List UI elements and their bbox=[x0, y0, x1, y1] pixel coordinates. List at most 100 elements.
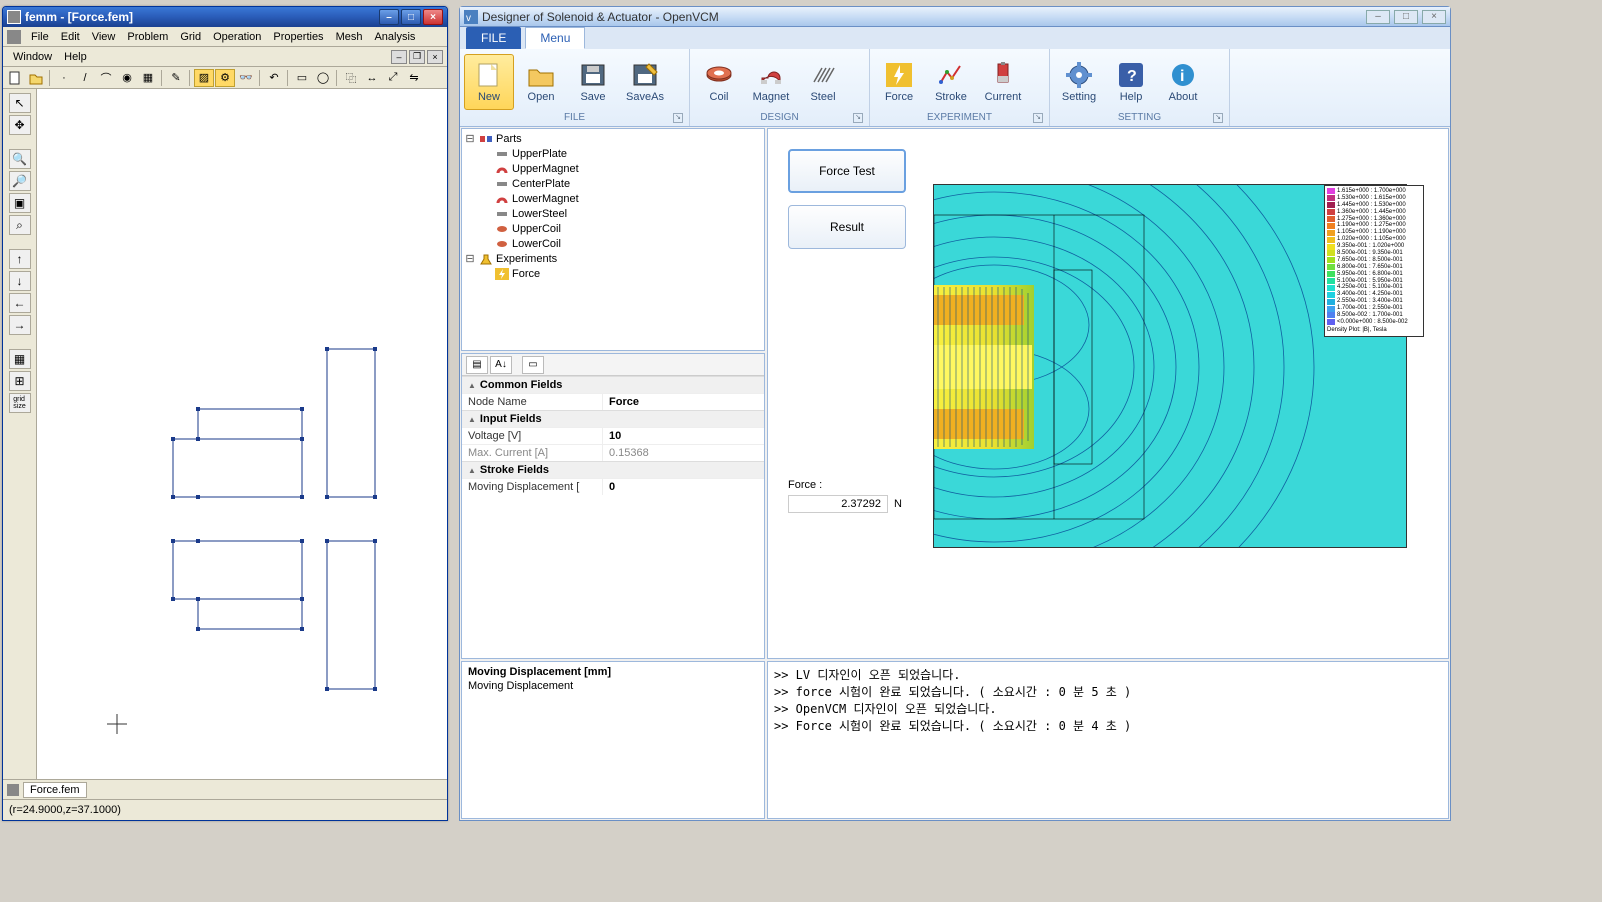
stb-zoomwin-icon[interactable]: ⌕ bbox=[9, 215, 31, 235]
ribbon-open-button[interactable]: Open bbox=[516, 54, 566, 110]
stb-cursor-icon[interactable]: ↖ bbox=[9, 93, 31, 113]
ribbon-current-button[interactable]: Current bbox=[978, 54, 1028, 110]
props-cat-stroke[interactable]: ▲Stroke Fields bbox=[462, 461, 764, 478]
ovcm-log-panel[interactable]: >> LV 디자인이 오픈 되었습니다.>> force 시험이 완료 되었습니… bbox=[767, 661, 1449, 819]
ribbon-help-button[interactable]: ? Help bbox=[1106, 54, 1156, 110]
tb-point-icon[interactable]: · bbox=[54, 69, 74, 87]
stb-up-icon[interactable]: ↑ bbox=[9, 249, 31, 269]
menu-help[interactable]: Help bbox=[58, 49, 93, 65]
ovcm-minimize-button[interactable]: – bbox=[1366, 10, 1390, 24]
tb-undo-icon[interactable]: ↶ bbox=[264, 69, 284, 87]
props-alpha-icon[interactable]: A↓ bbox=[490, 356, 512, 374]
tree-item-lowercoil[interactable]: LowerCoil bbox=[464, 236, 762, 251]
menu-mesh[interactable]: Mesh bbox=[330, 29, 369, 45]
menu-file[interactable]: File bbox=[25, 29, 55, 45]
props-row-movingdisp[interactable]: Moving Displacement [0 bbox=[462, 478, 764, 495]
tb-results-icon[interactable]: 👓 bbox=[236, 69, 256, 87]
props-categorized-icon[interactable]: ▤ bbox=[466, 356, 488, 374]
ribbon-new-button[interactable]: New bbox=[464, 54, 514, 110]
tb-copy-icon[interactable]: ⿻ bbox=[341, 69, 361, 87]
menu-properties[interactable]: Properties bbox=[267, 29, 329, 45]
menu-grid[interactable]: Grid bbox=[174, 29, 207, 45]
tb-select-rect-icon[interactable]: ▭ bbox=[292, 69, 312, 87]
stb-zoomfit-icon[interactable]: ▣ bbox=[9, 193, 31, 213]
props-pages-icon[interactable]: ▭ bbox=[522, 356, 544, 374]
femm-titlebar[interactable]: femm - [Force.fem] – □ × bbox=[3, 7, 447, 27]
tb-mirror-icon[interactable]: ⇋ bbox=[404, 69, 424, 87]
femm-canvas[interactable] bbox=[37, 89, 447, 779]
launcher-icon[interactable]: ↘ bbox=[853, 113, 863, 123]
femm-close-button[interactable]: × bbox=[423, 9, 443, 25]
launcher-icon[interactable]: ↘ bbox=[1033, 113, 1043, 123]
ribbon-setting-button[interactable]: Setting bbox=[1054, 54, 1104, 110]
ribbon-force-button[interactable]: Force bbox=[874, 54, 924, 110]
stb-gridsize-icon[interactable]: gridsize bbox=[9, 393, 31, 413]
stb-zoomout-icon[interactable]: 🔎 bbox=[9, 171, 31, 191]
ribbon-about-button[interactable]: i About bbox=[1158, 54, 1208, 110]
tb-move-icon[interactable]: ↔ bbox=[362, 69, 382, 87]
tb-region-icon[interactable]: ▦ bbox=[138, 69, 158, 87]
tb-edit-icon[interactable]: ✎ bbox=[166, 69, 186, 87]
tb-mesh-icon[interactable]: ▨ bbox=[194, 69, 214, 87]
launcher-icon[interactable]: ↘ bbox=[673, 113, 683, 123]
tree-item-force[interactable]: Force bbox=[464, 266, 762, 281]
tree-parts[interactable]: ⊟ Parts bbox=[464, 131, 762, 146]
menu-view[interactable]: View bbox=[86, 29, 122, 45]
force-test-button[interactable]: Force Test bbox=[788, 149, 906, 193]
props-cat-common[interactable]: ▲Common Fields bbox=[462, 376, 764, 393]
ribbon-saveas-button[interactable]: SaveAs bbox=[620, 54, 670, 110]
tree-item-uppermagnet[interactable]: UpperMagnet bbox=[464, 161, 762, 176]
ribbon-coil-button[interactable]: Coil bbox=[694, 54, 744, 110]
stb-right-icon[interactable]: → bbox=[9, 315, 31, 335]
tb-scale-icon[interactable]: ⤢ bbox=[383, 69, 403, 87]
ribbon-steel-button[interactable]: Steel bbox=[798, 54, 848, 110]
femm-maximize-button[interactable]: □ bbox=[401, 9, 421, 25]
mdi-close-button[interactable]: × bbox=[427, 50, 443, 64]
tb-line-icon[interactable]: / bbox=[75, 69, 95, 87]
menu-operation[interactable]: Operation bbox=[207, 29, 267, 45]
stb-grid-icon[interactable]: ▦ bbox=[9, 349, 31, 369]
tree-experiments[interactable]: ⊟ Experiments bbox=[464, 251, 762, 266]
ribbon-stroke-button[interactable]: Stroke bbox=[926, 54, 976, 110]
tb-analyze-icon[interactable]: ⚙ bbox=[215, 69, 235, 87]
ovcm-tree[interactable]: ⊟ Parts UpperPlate UpperMagnet CenterPla… bbox=[461, 128, 765, 351]
tree-item-centerplate[interactable]: CenterPlate bbox=[464, 176, 762, 191]
menu-edit[interactable]: Edit bbox=[55, 29, 86, 45]
tb-label-icon[interactable]: ◉ bbox=[117, 69, 137, 87]
femm-tab-force[interactable]: Force.fem bbox=[23, 782, 87, 798]
stb-down-icon[interactable]: ↓ bbox=[9, 271, 31, 291]
tree-item-upperplate[interactable]: UpperPlate bbox=[464, 146, 762, 161]
menu-analysis[interactable]: Analysis bbox=[368, 29, 421, 45]
ribbon-tab-menu[interactable]: Menu bbox=[525, 27, 585, 49]
ovcm-maximize-button[interactable]: □ bbox=[1394, 10, 1418, 24]
mdi-minimize-button[interactable]: – bbox=[391, 50, 407, 64]
stb-left-icon[interactable]: ← bbox=[9, 293, 31, 313]
ribbon-magnet-button[interactable]: Magnet bbox=[746, 54, 796, 110]
props-row-nodename[interactable]: Node NameForce bbox=[462, 393, 764, 410]
tree-item-uppercoil[interactable]: UpperCoil bbox=[464, 221, 762, 236]
ovcm-titlebar[interactable]: v Designer of Solenoid & Actuator - Open… bbox=[460, 7, 1450, 27]
result-button[interactable]: Result bbox=[788, 205, 906, 249]
props-grid[interactable]: ▲Common Fields Node NameForce ▲Input Fie… bbox=[462, 376, 764, 658]
mdi-restore-button[interactable]: ❐ bbox=[409, 50, 425, 64]
femm-minimize-button[interactable]: – bbox=[379, 9, 399, 25]
tree-item-lowersteel[interactable]: LowerSteel bbox=[464, 206, 762, 221]
ribbon-tab-file[interactable]: FILE bbox=[466, 27, 521, 49]
tree-item-lowermagnet[interactable]: LowerMagnet bbox=[464, 191, 762, 206]
stb-snap-icon[interactable]: ⊞ bbox=[9, 371, 31, 391]
collapse-icon[interactable]: ⊟ bbox=[464, 132, 476, 145]
collapse-icon[interactable]: ⊟ bbox=[464, 252, 476, 265]
ovcm-close-button[interactable]: × bbox=[1422, 10, 1446, 24]
tb-open-icon[interactable] bbox=[26, 69, 46, 87]
menu-problem[interactable]: Problem bbox=[121, 29, 174, 45]
props-cat-input[interactable]: ▲Input Fields bbox=[462, 410, 764, 427]
tb-arc-icon[interactable]: ⌒ bbox=[96, 69, 116, 87]
props-row-voltage[interactable]: Voltage [V]10 bbox=[462, 427, 764, 444]
tb-select-circ-icon[interactable]: ◯ bbox=[313, 69, 333, 87]
launcher-icon[interactable]: ↘ bbox=[1213, 113, 1223, 123]
tb-new-icon[interactable] bbox=[5, 69, 25, 87]
menu-window[interactable]: Window bbox=[7, 49, 58, 65]
ribbon-save-button[interactable]: Save bbox=[568, 54, 618, 110]
stb-pan-icon[interactable]: ✥ bbox=[9, 115, 31, 135]
stb-zoomin-icon[interactable]: 🔍 bbox=[9, 149, 31, 169]
